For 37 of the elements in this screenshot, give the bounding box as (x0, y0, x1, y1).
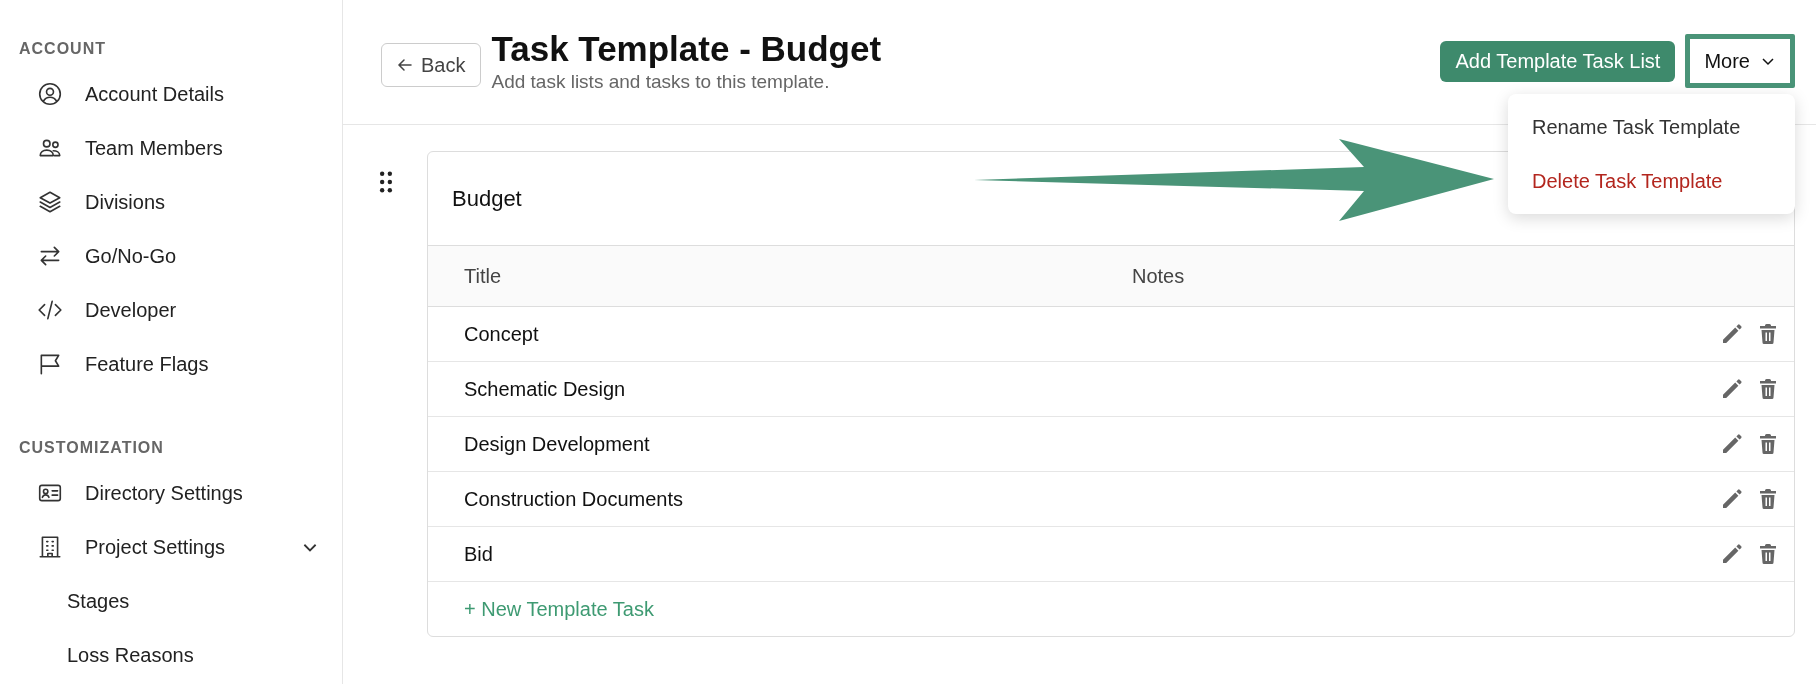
table-cell-text: Design Development (464, 432, 651, 456)
sidebar-item[interactable]: Go/No-Go (19, 229, 319, 283)
page-subtitle: Add task lists and tasks to this template. (491, 71, 831, 93)
pencil-icon[interactable] (1720, 377, 1744, 401)
pencil-icon[interactable] (1720, 432, 1744, 456)
section-heading: ACCOUNT (19, 40, 107, 59)
arrow-left-icon (397, 57, 413, 73)
back-button[interactable]: Back (381, 43, 482, 87)
sidebar-item[interactable]: Feature Flags (19, 337, 319, 391)
sidebar-item[interactable]: Divisions (19, 175, 319, 229)
pencil-icon[interactable] (1720, 542, 1744, 566)
menu-item[interactable]: Delete Task Template (1508, 154, 1795, 208)
section-heading: CUSTOMIZATION (19, 439, 165, 458)
table-cell-text: Construction Documents (464, 487, 684, 511)
table-cell-text: Concept (464, 322, 540, 346)
person-circle-icon (37, 81, 63, 107)
table-cell-text: Schematic Design (464, 377, 627, 401)
add-task-list-button[interactable]: Add Template Task List (1440, 40, 1676, 82)
sidebar-subitem[interactable]: Stages (19, 574, 342, 628)
more-button[interactable]: More (1685, 34, 1795, 88)
sidebar-item[interactable]: Team Members (19, 121, 319, 175)
menu-item[interactable]: Rename Task Template (1508, 100, 1795, 154)
layers-icon (37, 189, 63, 215)
sidebar-subitem[interactable]: Loss Reasons (19, 628, 342, 682)
pencil-icon[interactable] (1720, 487, 1744, 511)
sidebar-item[interactable]: Account Details (19, 67, 319, 121)
building-icon (37, 534, 63, 560)
sidebar-item[interactable]: Developer (19, 283, 319, 337)
pencil-icon[interactable] (1720, 322, 1744, 346)
task-list-title: Budget (452, 185, 522, 212)
sidebar-item[interactable]: Project Settings (19, 520, 319, 574)
table-cell-text: Bid (464, 542, 494, 566)
sidebar-item[interactable]: Directory Settings (19, 466, 319, 520)
drag-handle-icon[interactable] (379, 171, 393, 193)
column-header: Notes (1132, 264, 1186, 288)
column-header: Title (464, 264, 503, 288)
page-title: Task Template - Budget (491, 28, 882, 70)
